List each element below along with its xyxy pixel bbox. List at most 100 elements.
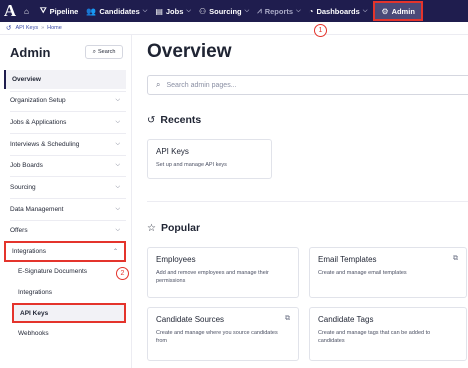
sidebar-subitem-e-signature-documents[interactable]: E-Signature Documents bbox=[12, 263, 126, 280]
admin-search-input[interactable]: ⌕ Search admin pages... bbox=[147, 75, 468, 95]
card-description: Create and manage tags that can be added… bbox=[318, 330, 431, 344]
sidebar-item-label: Integrations bbox=[12, 248, 46, 255]
nav-admin-label: Admin bbox=[391, 6, 415, 16]
sidebar-item-label: Interviews & Scheduling bbox=[10, 141, 80, 148]
nav-dashboards-label: Dashboards bbox=[316, 6, 360, 16]
app-logo[interactable]: A bbox=[0, 0, 20, 22]
card-title: Email Templates ⧉ bbox=[318, 255, 458, 264]
admin-search-placeholder: Search admin pages... bbox=[166, 81, 237, 89]
nav-dashboards[interactable]: ◔ Dashboards ⌵ bbox=[305, 0, 372, 22]
popular-title: Popular bbox=[160, 222, 201, 234]
chart-icon: ⩘ bbox=[257, 6, 262, 15]
top-navigation: A ⌂ ⛛ Pipeline 👥 Candidates ⌵ ▤ Jobs ⌵ ⚇… bbox=[0, 0, 468, 22]
breadcrumb-home[interactable]: Home bbox=[47, 25, 62, 31]
annotation-step-2: 2 bbox=[116, 267, 129, 280]
card-title: Candidate Tags bbox=[318, 315, 374, 324]
people-icon: 👥 bbox=[86, 6, 97, 16]
chevron-up-icon: ⌃ bbox=[112, 249, 118, 255]
nav-pipeline[interactable]: ⛛ Pipeline bbox=[36, 0, 83, 22]
sidebar-item-sourcing[interactable]: Sourcing ⌵ bbox=[4, 178, 126, 197]
search-icon: ⌕ bbox=[92, 48, 96, 55]
page-title: Overview bbox=[147, 41, 232, 62]
popular-card-candidate-tags[interactable]: Candidate Tags Create and manage tags th… bbox=[309, 307, 467, 361]
card-description: Create and manage email templates bbox=[318, 270, 407, 276]
sidebar-item-jobs-applications[interactable]: Jobs & Applications ⌵ bbox=[4, 113, 126, 132]
search-icon: ⌕ bbox=[156, 80, 161, 89]
sidebar-item-overview[interactable]: Overview bbox=[4, 70, 126, 89]
card-description: Create and manage where you source candi… bbox=[156, 330, 278, 344]
book-icon: ⧉ bbox=[453, 255, 458, 262]
breadcrumb-separator: » bbox=[41, 25, 45, 31]
funnel-icon: ⛛ bbox=[39, 6, 47, 15]
sidebar-item-label: Data Management bbox=[10, 206, 64, 213]
sidebar-subitem-label: API Keys bbox=[20, 309, 49, 317]
divider bbox=[10, 111, 126, 112]
chevron-down-icon: ⌵ bbox=[186, 7, 191, 14]
book-icon: ⧉ bbox=[285, 315, 290, 322]
breadcrumb: ↺ API Keys » Home bbox=[0, 22, 468, 35]
sidebar-item-label: Jobs & Applications bbox=[10, 119, 67, 126]
popular-heading: ☆ Popular bbox=[147, 222, 200, 234]
sidebar-item-data-management[interactable]: Data Management ⌵ bbox=[4, 200, 126, 219]
nav-sourcing[interactable]: ⚇ Sourcing ⌵ bbox=[195, 0, 253, 22]
nav-home[interactable]: ⌂ bbox=[20, 0, 36, 22]
nav-candidates-label: Candidates bbox=[99, 6, 140, 16]
sidebar-item-job-boards[interactable]: Job Boards ⌵ bbox=[4, 156, 126, 175]
recent-card-api-keys[interactable]: API Keys Set up and manage API keys bbox=[147, 139, 272, 179]
sidebar-item-interviews-scheduling[interactable]: Interviews & Scheduling ⌵ bbox=[4, 135, 126, 154]
chevron-down-icon: ⌵ bbox=[115, 162, 120, 168]
card-title: Employees bbox=[156, 255, 196, 264]
chevron-down-icon: ⌵ bbox=[244, 7, 250, 14]
chevron-down-icon: ⌵ bbox=[362, 7, 368, 14]
popular-card-email-templates[interactable]: Email Templates ⧉ Create and manage emai… bbox=[309, 247, 467, 298]
nav-reports-label: Reports bbox=[264, 6, 294, 16]
card-title: API Keys bbox=[156, 147, 189, 156]
sidebar-item-label: Organization Setup bbox=[10, 97, 66, 104]
sidebar-search-label: Search bbox=[97, 49, 116, 55]
gear-icon: ⚙ bbox=[381, 6, 389, 16]
chevron-down-icon: ⌵ bbox=[115, 119, 120, 125]
section-divider bbox=[147, 201, 468, 202]
card-description: Add and remove employees and manage thei… bbox=[156, 270, 269, 284]
recents-title: Recents bbox=[160, 114, 202, 126]
star-icon: ☆ bbox=[147, 222, 156, 234]
chevron-down-icon: ⌵ bbox=[142, 7, 148, 14]
nav-jobs[interactable]: ▤ Jobs ⌵ bbox=[151, 0, 195, 22]
nav-reports[interactable]: ⩘ Reports ⌵ bbox=[253, 0, 304, 22]
divider bbox=[10, 176, 126, 177]
divider bbox=[10, 133, 126, 134]
chevron-down-icon: ⌵ bbox=[115, 184, 120, 190]
sidebar-subitem-label: Webhooks bbox=[18, 330, 49, 337]
admin-sidebar: Admin ⌕ Search Overview Organization Set… bbox=[0, 35, 132, 368]
card-description: Set up and manage API keys bbox=[156, 162, 227, 168]
sidebar-item-label: Sourcing bbox=[10, 184, 36, 191]
chevron-down-icon: ⌵ bbox=[115, 141, 120, 147]
chevron-down-icon: ⌵ bbox=[115, 97, 120, 103]
sidebar-item-integrations[interactable]: Integrations ⌃ bbox=[4, 241, 126, 262]
sidebar-subitem-webhooks[interactable]: Webhooks bbox=[12, 325, 126, 342]
sidebar-item-offers[interactable]: Offers ⌵ bbox=[4, 221, 126, 240]
sidebar-item-label: Overview bbox=[12, 76, 41, 83]
breadcrumb-current[interactable]: API Keys bbox=[15, 25, 38, 31]
sidebar-subitem-integrations[interactable]: Integrations bbox=[12, 284, 126, 301]
sidebar-item-organization-setup[interactable]: Organization Setup ⌵ bbox=[4, 91, 126, 110]
sourcing-icon: ⚇ bbox=[198, 6, 207, 16]
card-title: Candidate Sources ⧉ bbox=[156, 315, 290, 324]
main-content: Overview ⌕ Search admin pages... ↺ Recen… bbox=[133, 35, 468, 368]
sidebar-subitem-api-keys[interactable]: API Keys bbox=[12, 303, 126, 323]
recents-heading: ↺ Recents bbox=[147, 114, 201, 126]
briefcase-icon: ▤ bbox=[155, 6, 163, 16]
nav-admin[interactable]: ⚙ Admin bbox=[373, 1, 423, 21]
nav-jobs-label: Jobs bbox=[165, 6, 184, 16]
home-icon: ⌂ bbox=[24, 6, 29, 16]
popular-card-employees[interactable]: Employees Add and remove employees and m… bbox=[147, 247, 299, 298]
history-icon[interactable]: ↺ bbox=[6, 24, 11, 32]
sidebar-search-button[interactable]: ⌕ Search bbox=[85, 45, 123, 59]
popular-card-candidate-sources[interactable]: Candidate Sources ⧉ Create and manage wh… bbox=[147, 307, 299, 361]
sidebar-subitem-label: E-Signature Documents bbox=[18, 268, 88, 275]
chevron-down-icon: ⌵ bbox=[115, 206, 120, 212]
sidebar-subitem-label: Integrations bbox=[18, 289, 52, 296]
sidebar-item-label: Job Boards bbox=[10, 162, 43, 169]
nav-candidates[interactable]: 👥 Candidates ⌵ bbox=[82, 0, 151, 22]
history-icon: ↺ bbox=[147, 114, 156, 126]
